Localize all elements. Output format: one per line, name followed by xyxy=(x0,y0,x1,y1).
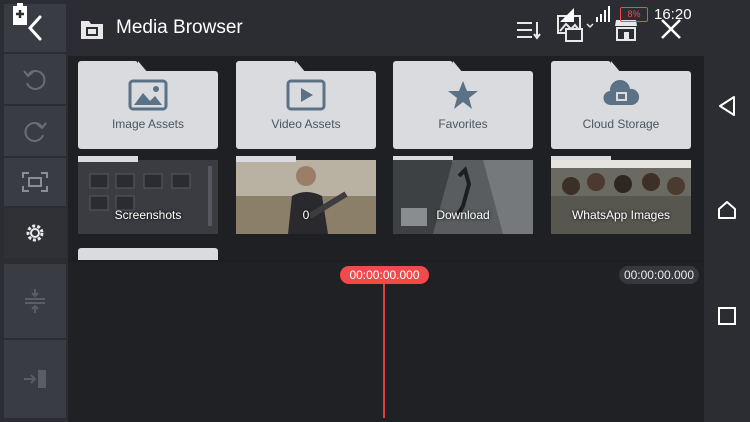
thumbnail xyxy=(236,156,376,234)
fit-screen-icon xyxy=(22,172,48,192)
image-icon xyxy=(128,79,168,111)
nav-home-icon[interactable] xyxy=(717,200,737,220)
folder-label: Video Assets xyxy=(271,117,341,131)
redo-icon xyxy=(24,122,47,142)
media-folder-label: Screenshots xyxy=(114,208,182,222)
media-browser-icon xyxy=(81,21,103,39)
media-folder-partial[interactable] xyxy=(78,248,218,260)
playhead[interactable] xyxy=(383,280,385,418)
system-nav-bar xyxy=(704,0,750,422)
clock: 16:20 xyxy=(654,6,692,23)
back-icon xyxy=(27,15,42,41)
split-icon xyxy=(25,289,45,313)
settings-icon xyxy=(26,224,44,242)
signal-icon xyxy=(560,8,574,22)
undo-icon xyxy=(23,70,46,90)
timeline[interactable] xyxy=(68,262,704,422)
folder-label: Cloud Storage xyxy=(582,117,660,131)
media-grid: Image Assets Video Assets Favorites Clou… xyxy=(68,56,704,260)
media-folder-0[interactable]: 0 xyxy=(236,156,376,234)
total-duration: 00:00:00.000 xyxy=(619,266,699,284)
cloud-film-icon xyxy=(603,79,640,106)
signal-icon xyxy=(596,6,610,22)
undo-button[interactable] xyxy=(4,54,66,104)
media-folder-label: 0 xyxy=(302,208,310,222)
import-button[interactable] xyxy=(4,340,66,418)
page-title: Media Browser xyxy=(116,17,243,38)
nav-back-icon[interactable] xyxy=(718,96,736,116)
split-button[interactable] xyxy=(4,264,66,338)
folder-label: Image Assets xyxy=(111,117,185,131)
thumbnail xyxy=(78,156,218,234)
thumbnail xyxy=(393,156,533,234)
status-bar: 8% 16:20 xyxy=(538,0,704,28)
folder-favorites[interactable]: Favorites xyxy=(393,61,533,149)
folder-image-assets[interactable]: Image Assets xyxy=(78,61,218,149)
star-icon xyxy=(448,81,478,109)
folder-label: Favorites xyxy=(438,117,488,131)
media-folder-whatsapp-images[interactable]: WhatsApp Images xyxy=(551,156,691,234)
fit-screen-button[interactable] xyxy=(4,158,66,206)
folder-cloud-storage[interactable]: Cloud Storage xyxy=(551,61,691,149)
settings-button[interactable] xyxy=(4,208,66,258)
import-icon xyxy=(24,370,46,388)
folder-video-assets[interactable]: Video Assets xyxy=(236,61,376,149)
playhead-time: 00:00:00.000 xyxy=(340,266,429,284)
media-folder-screenshots[interactable]: Screenshots xyxy=(78,156,218,234)
media-folder-download[interactable]: Download xyxy=(393,156,533,234)
nav-recents-icon[interactable] xyxy=(718,307,736,325)
media-folder-label: Download xyxy=(436,208,490,222)
thumbnail xyxy=(551,156,691,234)
media-folder-label: WhatsApp Images xyxy=(571,208,671,222)
left-toolbar xyxy=(0,0,68,422)
battery-charging-icon xyxy=(13,3,27,25)
battery-indicator: 8% xyxy=(620,7,648,22)
redo-button[interactable] xyxy=(4,106,66,156)
video-play-icon xyxy=(286,79,326,111)
